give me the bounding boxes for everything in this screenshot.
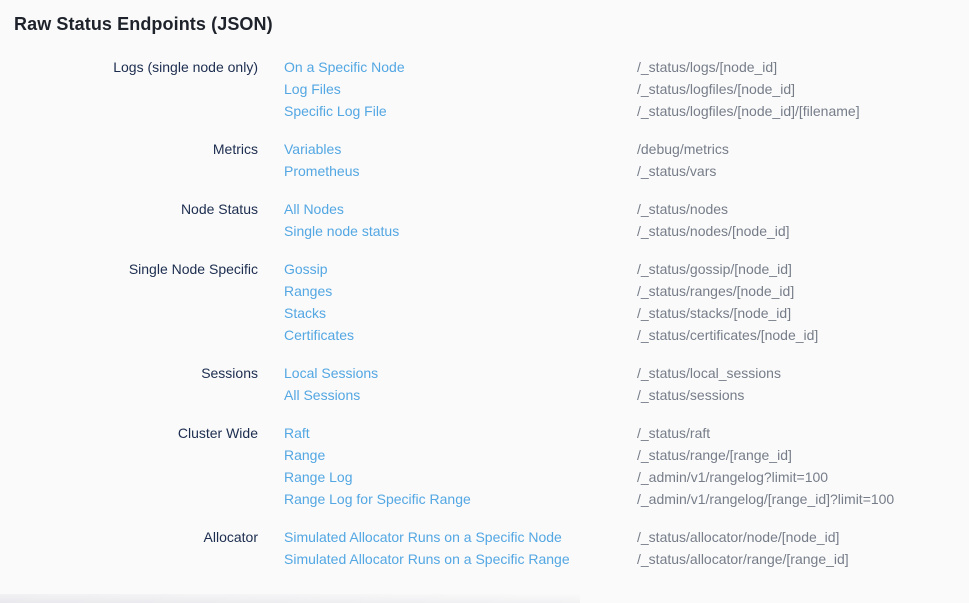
endpoint-row: Stacks /_status/stacks/[node_id] (284, 302, 818, 324)
endpoint-row: Range Log for Specific Range /_admin/v1/… (284, 488, 894, 510)
category-label: Metrics (0, 138, 258, 182)
section-entries: Local Sessions /_status/local_sessions A… (284, 362, 781, 406)
endpoint-link[interactable]: Simulated Allocator Runs on a Specific R… (284, 548, 637, 570)
endpoint-path: /_admin/v1/rangelog?limit=100 (637, 466, 828, 488)
endpoint-row: Log Files /_status/logfiles/[node_id] (284, 78, 860, 100)
endpoint-path: /_status/raft (637, 422, 710, 444)
endpoint-path: /_status/ranges/[node_id] (637, 280, 794, 302)
endpoint-section: Single Node Specific Gossip /_status/gos… (0, 258, 969, 346)
endpoint-path: /_status/allocator/range/[range_id] (637, 548, 849, 570)
endpoint-row: Variables /debug/metrics (284, 138, 729, 160)
section-entries: On a Specific Node /_status/logs/[node_i… (284, 56, 860, 122)
endpoint-path: /_status/certificates/[node_id] (637, 324, 818, 346)
endpoint-link[interactable]: Simulated Allocator Runs on a Specific N… (284, 526, 637, 548)
endpoint-link[interactable]: Prometheus (284, 160, 637, 182)
endpoint-link[interactable]: Ranges (284, 280, 637, 302)
category-label: Allocator (0, 526, 258, 570)
endpoint-section: Metrics Variables /debug/metrics Prometh… (0, 138, 969, 182)
endpoint-path: /_status/gossip/[node_id] (637, 258, 792, 280)
endpoint-link[interactable]: Stacks (284, 302, 637, 324)
endpoint-path: /_status/vars (637, 160, 716, 182)
endpoint-path: /_status/logs/[node_id] (637, 56, 777, 78)
endpoint-row: Gossip /_status/gossip/[node_id] (284, 258, 818, 280)
section-entries: Simulated Allocator Runs on a Specific N… (284, 526, 849, 570)
endpoint-row: All Nodes /_status/nodes (284, 198, 790, 220)
endpoint-row: Raft /_status/raft (284, 422, 894, 444)
endpoint-link[interactable]: Gossip (284, 258, 637, 280)
endpoint-link[interactable]: Range (284, 444, 637, 466)
endpoint-row: Certificates /_status/certificates/[node… (284, 324, 818, 346)
endpoint-section: Logs (single node only) On a Specific No… (0, 56, 969, 122)
endpoint-path: /_status/sessions (637, 384, 744, 406)
category-label: Single Node Specific (0, 258, 258, 346)
category-label: Logs (single node only) (0, 56, 258, 122)
section-entries: All Nodes /_status/nodes Single node sta… (284, 198, 790, 242)
endpoint-link[interactable]: Certificates (284, 324, 637, 346)
bottom-shade-decoration (0, 594, 580, 603)
endpoint-path: /_admin/v1/rangelog/[range_id]?limit=100 (637, 488, 894, 510)
endpoint-row: Simulated Allocator Runs on a Specific N… (284, 526, 849, 548)
endpoint-path: /_status/nodes/[node_id] (637, 220, 790, 242)
endpoint-path: /_status/allocator/node/[node_id] (637, 526, 839, 548)
endpoint-section: Allocator Simulated Allocator Runs on a … (0, 526, 969, 570)
endpoint-row: Range Log /_admin/v1/rangelog?limit=100 (284, 466, 894, 488)
endpoint-row: Simulated Allocator Runs on a Specific R… (284, 548, 849, 570)
endpoint-sections: Logs (single node only) On a Specific No… (0, 56, 969, 570)
endpoint-link[interactable]: Variables (284, 138, 637, 160)
endpoint-path: /_status/range/[range_id] (637, 444, 792, 466)
section-entries: Variables /debug/metrics Prometheus /_st… (284, 138, 729, 182)
page-title: Raw Status Endpoints (JSON) (0, 0, 969, 36)
endpoint-row: Range /_status/range/[range_id] (284, 444, 894, 466)
category-label: Node Status (0, 198, 258, 242)
endpoint-path: /_status/nodes (637, 198, 728, 220)
section-entries: Raft /_status/raft Range /_status/range/… (284, 422, 894, 510)
endpoint-link[interactable]: Single node status (284, 220, 637, 242)
endpoint-link[interactable]: Range Log for Specific Range (284, 488, 637, 510)
raw-status-endpoints-page: Raw Status Endpoints (JSON) Logs (single… (0, 0, 969, 603)
endpoint-link[interactable]: All Nodes (284, 198, 637, 220)
endpoint-link[interactable]: All Sessions (284, 384, 637, 406)
category-label: Cluster Wide (0, 422, 258, 510)
endpoint-link[interactable]: Raft (284, 422, 637, 444)
endpoint-row: Specific Log File /_status/logfiles/[nod… (284, 100, 860, 122)
category-label: Sessions (0, 362, 258, 406)
endpoint-path: /_status/stacks/[node_id] (637, 302, 791, 324)
endpoint-section: Node Status All Nodes /_status/nodes Sin… (0, 198, 969, 242)
endpoint-row: Local Sessions /_status/local_sessions (284, 362, 781, 384)
endpoint-path: /debug/metrics (637, 138, 729, 160)
section-entries: Gossip /_status/gossip/[node_id] Ranges … (284, 258, 818, 346)
endpoint-link[interactable]: On a Specific Node (284, 56, 637, 78)
endpoint-section: Sessions Local Sessions /_status/local_s… (0, 362, 969, 406)
endpoint-row: On a Specific Node /_status/logs/[node_i… (284, 56, 860, 78)
endpoint-row: Prometheus /_status/vars (284, 160, 729, 182)
endpoint-row: Ranges /_status/ranges/[node_id] (284, 280, 818, 302)
endpoint-link[interactable]: Specific Log File (284, 100, 637, 122)
endpoint-section: Cluster Wide Raft /_status/raft Range /_… (0, 422, 969, 510)
endpoint-link[interactable]: Local Sessions (284, 362, 637, 384)
endpoint-link[interactable]: Log Files (284, 78, 637, 100)
endpoint-path: /_status/logfiles/[node_id] (637, 78, 795, 100)
endpoint-path: /_status/logfiles/[node_id]/[filename] (637, 100, 860, 122)
endpoint-row: Single node status /_status/nodes/[node_… (284, 220, 790, 242)
endpoint-row: All Sessions /_status/sessions (284, 384, 781, 406)
endpoint-path: /_status/local_sessions (637, 362, 781, 384)
endpoint-link[interactable]: Range Log (284, 466, 637, 488)
